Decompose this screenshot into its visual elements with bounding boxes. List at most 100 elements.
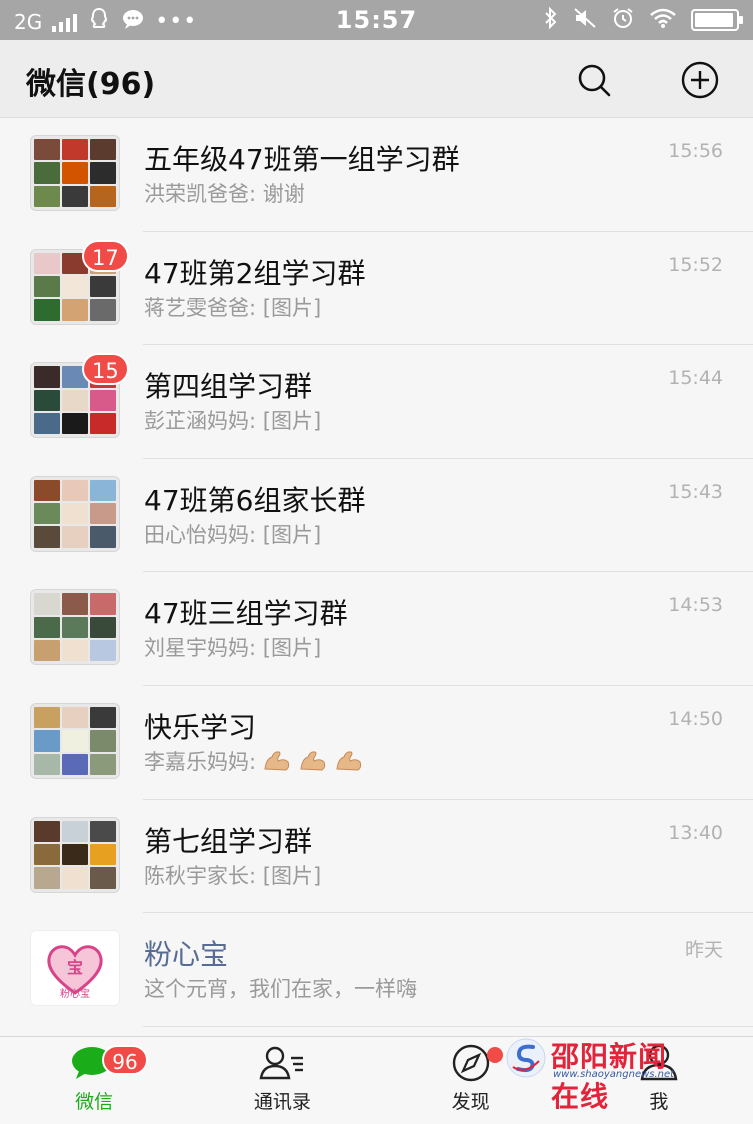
avatar-cell [62,616,88,639]
avatar-cell [34,185,60,207]
unread-badge: 15 [82,353,129,386]
tab-contacts[interactable]: 通讯录 [188,1037,376,1124]
avatar-cell [62,593,88,615]
group-avatar [30,702,120,779]
avatar-cell [34,389,60,411]
tab-label: 我 [649,1091,669,1113]
avatar-cell [62,867,88,889]
avatar-cell [34,753,60,775]
avatar-cell [34,139,60,161]
tab-person[interactable]: 我 [565,1037,753,1124]
chat-list-item[interactable]: 快乐学习 14:50 李嘉乐妈妈: [0,686,753,800]
avatar-cell [90,843,116,866]
avatar-cell [90,820,116,842]
chat-name: 47班三组学习群 [144,597,348,631]
new-content-dot [486,1047,503,1063]
avatar-cell [62,139,88,161]
avatar-cell [62,640,88,662]
avatar-cell [90,185,116,207]
avatar-cell [90,503,116,525]
tab-compass[interactable]: 发现 [377,1037,565,1124]
avatar-cell [62,706,88,729]
chat-name: 粉心宝 [144,938,229,972]
chat-time: 15:43 [668,480,723,503]
search-button[interactable] [574,60,614,100]
avatar-cell [34,843,60,866]
avatar-cell [62,479,88,502]
tab-chat-bubble[interactable]: 微信 96 [0,1037,188,1124]
flexed-biceps-icon [264,751,290,771]
avatar-cell [90,753,116,775]
search-icon [578,64,611,97]
avatar-cell [62,412,88,435]
chat-list: 五年级47班第一组学习群 15:56 洪荣凯爸爸: 谢谢 47班第2组学习群 15:52… [0,118,753,1027]
avatar-cell [62,843,88,866]
avatar-cell [62,820,88,842]
avatar-cell [62,503,88,525]
avatar-cell [62,185,88,207]
avatar-cell [90,389,116,411]
avatar-cell [34,593,60,615]
avatar-cell [62,299,88,321]
avatar-cell [90,412,116,435]
status-right [543,6,743,34]
avatar-cell [62,162,88,184]
chat-time: 15:44 [668,367,723,390]
chat-name: 第四组学习群 [144,370,313,404]
battery-icon [691,9,743,31]
avatar-cell [62,730,88,752]
bluetooth-icon [543,6,559,34]
alarm-icon [611,6,635,34]
avatar-cell [34,162,60,184]
chat-list-item[interactable]: 五年级47班第一组学习群 15:56 洪荣凯爸爸: 谢谢 [0,118,753,232]
page-title: 微信(96) [26,67,156,102]
contacts-icon [259,1043,305,1083]
chat-time: 昨天 [684,939,723,962]
group-avatar [30,135,120,211]
group-avatar [30,475,120,552]
chat-name: 第七组学习群 [144,824,313,858]
avatar-cell [90,706,116,729]
group-avatar [30,816,120,893]
avatar-cell [34,479,60,502]
tab-unread-badge: 96 [102,1045,148,1075]
avatar-cell [34,820,60,842]
flexed-biceps-icon [336,751,362,771]
avatar-cell [34,252,60,274]
chat-preview: 田心怡妈妈: [图片] [144,519,321,549]
chat-time: 14:53 [668,594,723,617]
avatar-cell [90,616,116,639]
chat-preview-text: 彭芷涵妈妈: [图片] [144,409,322,434]
avatar-cell [62,753,88,775]
avatar-cell [34,640,60,662]
avatar-cell [34,526,60,548]
chat-time: 15:52 [668,253,723,276]
chat-preview-text: 陈秋宇家长: [图片] [144,863,322,888]
avatar-cell [34,503,60,525]
avatar-cell [90,867,116,889]
flexed-biceps-icon [300,751,326,771]
chat-preview: 彭芷涵妈妈: [图片] [144,405,321,435]
add-button[interactable] [680,60,720,100]
tab-label: 通讯录 [253,1091,311,1113]
chat-list-item[interactable]: 宝粉心宝 粉心宝 昨天 这个元宵，我们在家，一样嗨 [0,913,753,1027]
chat-preview: 陈秋宇家长: [图片] [144,860,321,890]
avatar-cell [34,412,60,435]
chat-list-item[interactable]: 47班三组学习群 14:53 刘星宇妈妈: [图片] [0,572,753,686]
chat-list-item[interactable]: 47班第2组学习群 15:52 蒋艺雯爸爸: [图片] 17 [0,232,753,346]
chat-list-item[interactable]: 第七组学习群 13:40 陈秋宇家长: [图片] [0,800,753,914]
chat-time: 13:40 [668,821,723,844]
avatar-cell [62,526,88,548]
chat-list-item[interactable]: 47班第6组家长群 15:43 田心怡妈妈: [图片] [0,459,753,573]
divider [143,1025,753,1027]
chat-list-item[interactable]: 第四组学习群 15:44 彭芷涵妈妈: [图片] 15 [0,345,753,459]
mute-icon [573,6,597,34]
avatar-cell [90,162,116,184]
chat-name: 五年级47班第一组学习群 [144,143,460,176]
heart-logo-icon: 宝粉心宝 [47,945,103,1000]
chat-preview-text: 蒋艺雯爸爸: [图片] [144,295,322,320]
chat-preview-text: 刘星宇妈妈: [图片] [144,636,322,661]
avatar-cell [34,730,60,752]
wifi-icon [649,7,677,33]
chat-time: 15:56 [668,140,723,162]
